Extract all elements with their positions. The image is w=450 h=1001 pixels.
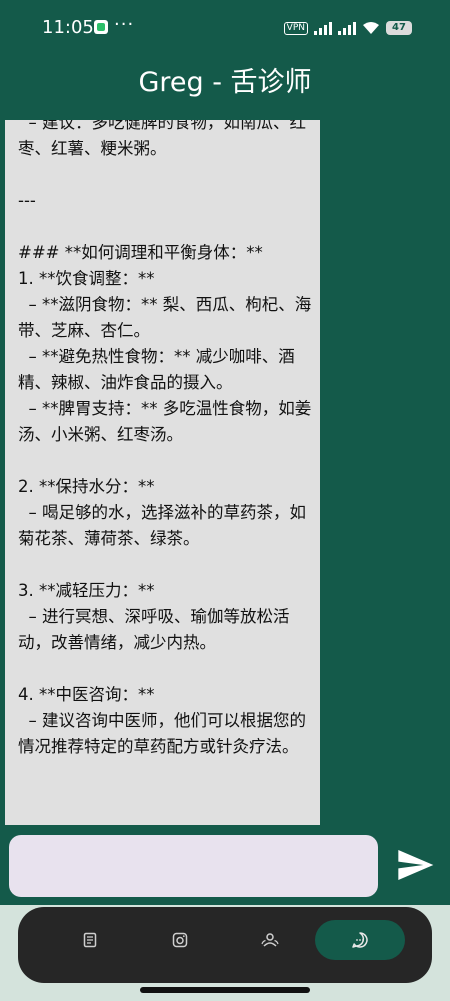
nav-item-users[interactable] bbox=[225, 920, 315, 960]
signal-icon bbox=[314, 21, 332, 35]
users-icon bbox=[261, 933, 279, 947]
more-notifications-icon: ··· bbox=[114, 14, 135, 35]
send-icon bbox=[398, 850, 434, 880]
send-button[interactable] bbox=[390, 840, 440, 890]
nav-item-notes[interactable] bbox=[45, 920, 135, 960]
status-bar: 11:05 ··· VPN 47 bbox=[0, 0, 450, 56]
notes-icon bbox=[83, 932, 97, 948]
nav-item-chat[interactable] bbox=[315, 920, 405, 960]
chat-message-bubble: – 建议：多吃健脾的食物，如南瓜、红枣、红薯、粳米粥。 --- ### **如何… bbox=[5, 120, 320, 825]
bottom-nav-bar bbox=[18, 907, 432, 983]
status-time: 11:05 bbox=[42, 17, 94, 38]
nav-item-camera[interactable] bbox=[135, 920, 225, 960]
chat-icon bbox=[352, 932, 368, 948]
page-title: Greg - 舌诊师 bbox=[138, 67, 312, 98]
message-input[interactable] bbox=[9, 835, 378, 897]
home-indicator[interactable] bbox=[140, 987, 310, 993]
signal-icon-2 bbox=[338, 21, 356, 35]
app-notification-icon bbox=[94, 20, 108, 34]
vpn-badge: VPN bbox=[283, 21, 308, 35]
chat-message-text: – 建议：多吃健脾的食物，如南瓜、红枣、红薯、粳米粥。 --- ### **如何… bbox=[18, 120, 312, 756]
camera-icon bbox=[172, 932, 188, 948]
status-indicators: VPN 47 bbox=[283, 17, 412, 39]
wifi-icon bbox=[363, 22, 379, 34]
battery-icon: 47 bbox=[386, 21, 412, 35]
